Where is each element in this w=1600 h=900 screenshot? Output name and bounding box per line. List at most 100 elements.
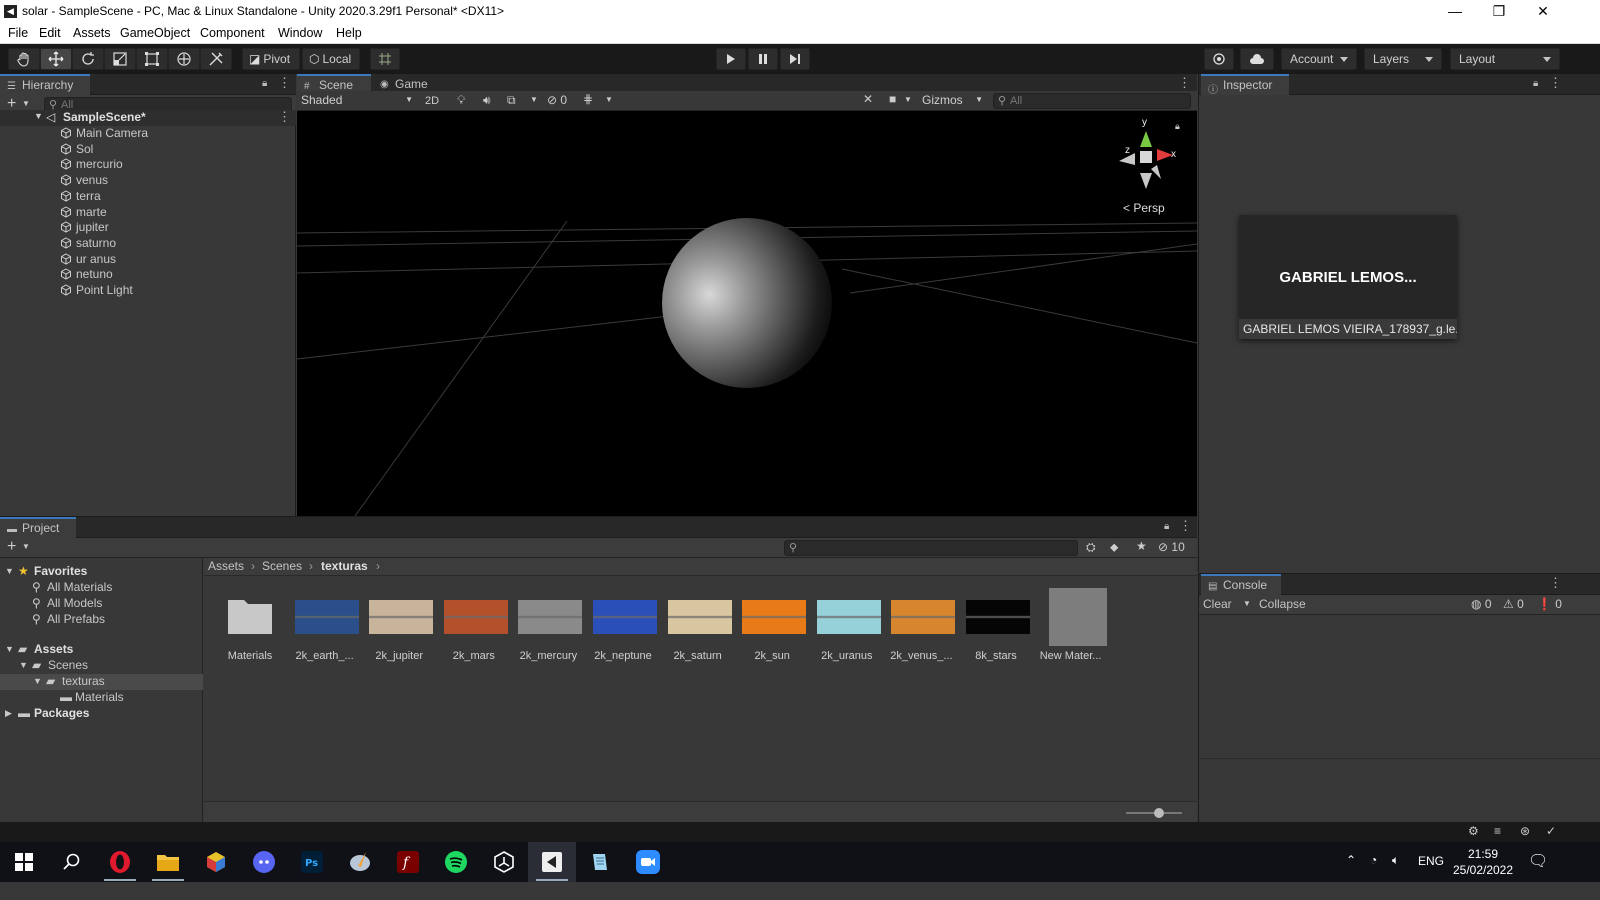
volume-icon[interactable]: 🔈︎ [1392, 853, 1399, 868]
check-circle-icon[interactable]: ✓ [1546, 824, 1556, 838]
zoom-slider-handle[interactable] [1154, 808, 1164, 818]
stack-icon[interactable]: ≡ [1494, 824, 1501, 838]
windows-start-icon[interactable] [0, 842, 48, 882]
scene-root-row[interactable]: ▼ ◁ SampleScene* ⋮ [0, 110, 296, 126]
chevron-down-icon[interactable]: ▼ [605, 95, 613, 104]
folder-scenes[interactable]: ▼ ▰ Scenes [0, 658, 203, 674]
move-tool-icon[interactable] [40, 48, 72, 70]
add-icon[interactable]: + [7, 538, 16, 556]
pause-button[interactable] [748, 48, 778, 70]
filter-by-type-icon[interactable]: ⛭ [1086, 540, 1096, 555]
expand-arrow-icon[interactable]: ▶ [5, 708, 12, 719]
hierarchy-item[interactable]: marte [0, 205, 296, 221]
favorite-item[interactable]: ⚲ All Prefabs [0, 612, 203, 628]
minimize-icon[interactable]: — [1432, 0, 1478, 24]
rubiks-cube-icon[interactable] [192, 842, 240, 882]
asset-item[interactable]: 2k_saturn [662, 588, 734, 668]
persp-toggle[interactable]: < Persp [1123, 201, 1165, 215]
scene-orientation-gizmo[interactable]: y x z [1111, 117, 1181, 201]
account-dropdown[interactable]: Account [1281, 48, 1357, 70]
hierarchy-item[interactable]: netuno [0, 267, 296, 283]
camera-icon[interactable]: ■ [889, 92, 896, 106]
asset-item[interactable]: 2k_mercury [512, 588, 584, 668]
tab-inspector[interactable]: ⓘ Inspector [1201, 74, 1289, 96]
cloud-icon[interactable] [1240, 48, 1274, 70]
expand-arrow-icon[interactable]: ▼ [33, 676, 42, 686]
bug-icon[interactable]: ⊛ [1520, 824, 1530, 838]
menu-edit[interactable]: Edit [39, 26, 61, 40]
hierarchy-item[interactable]: venus [0, 173, 296, 189]
warning-filter-toggle[interactable]: ⚠ 0 [1503, 597, 1524, 611]
asset-item[interactable]: 2k_neptune [587, 588, 659, 668]
asset-item[interactable]: Materials [214, 588, 286, 668]
hierarchy-item[interactable]: Sol [0, 142, 296, 158]
filter-by-label-icon[interactable]: ⬥ [1110, 540, 1118, 555]
kebab-menu-icon[interactable]: ⋮ [1549, 576, 1562, 592]
console-collapse-button[interactable]: Collapse [1259, 597, 1306, 611]
favorite-star-icon[interactable]: ★ [1136, 539, 1147, 553]
clock[interactable]: 21:59 25/02/2022 [1452, 846, 1514, 878]
asset-item[interactable]: 2k_mars [438, 588, 510, 668]
lock-icon[interactable]: 🔒︎ [1533, 78, 1538, 89]
favorite-item[interactable]: ⚲ All Models [0, 596, 203, 612]
close-icon[interactable]: ✕ [1520, 0, 1566, 24]
unity-hub-icon[interactable] [480, 842, 528, 882]
expand-arrow-icon[interactable]: ▼ [5, 566, 14, 576]
asset-item[interactable]: 2k_earth_... [289, 588, 361, 668]
asset-item[interactable]: 2k_jupiter [363, 588, 435, 668]
breadcrumb-item[interactable]: Assets [208, 559, 244, 573]
grid-visibility-icon[interactable]: ⋕ [583, 92, 593, 106]
wifi-icon[interactable]: ◔ [1370, 853, 1377, 867]
hierarchy-item[interactable]: saturno [0, 236, 296, 252]
debug-icon[interactable]: ⚙ [1468, 824, 1479, 838]
search-icon[interactable] [48, 842, 96, 882]
tab-hierarchy[interactable]: ☰ Hierarchy [0, 74, 90, 95]
play-button[interactable] [716, 48, 746, 70]
menu-file[interactable]: File [8, 26, 28, 40]
layers-dropdown[interactable]: Layers [1364, 48, 1442, 70]
language-indicator[interactable]: ENG [1418, 854, 1444, 868]
tab-console[interactable]: ▤ Console [1201, 574, 1281, 595]
console-clear-button[interactable]: Clear [1203, 597, 1232, 611]
collab-icon[interactable] [1204, 48, 1234, 70]
folder-materials[interactable]: ▬ Materials [0, 690, 203, 706]
asset-item[interactable]: 2k_venus_... [885, 588, 957, 668]
error-filter-toggle[interactable]: ❗ 0 [1537, 597, 1562, 611]
hidden-packages-toggle[interactable]: ⊘ 10 [1158, 540, 1185, 554]
expand-arrow-icon[interactable]: ▼ [34, 111, 43, 121]
menu-gameobject[interactable]: GameObject [120, 26, 190, 40]
kebab-menu-icon[interactable]: ⋮ [1179, 519, 1192, 535]
menu-help[interactable]: Help [336, 26, 362, 40]
paint-icon[interactable] [336, 842, 384, 882]
asset-item[interactable]: 2k_sun [736, 588, 808, 668]
photoshop-icon[interactable]: Ps [288, 842, 336, 882]
scene-kebab-icon[interactable]: ⋮ [1178, 76, 1191, 92]
lighting-icon[interactable]: 💡︎ [457, 93, 465, 108]
scene-search-input[interactable]: All [993, 93, 1191, 109]
hierarchy-item[interactable]: mercurio [0, 157, 296, 173]
menu-assets[interactable]: Assets [73, 26, 111, 40]
2d-toggle[interactable]: 2D [419, 92, 445, 110]
shading-mode-dropdown[interactable]: Shaded ▼ [299, 92, 415, 110]
planet-sphere[interactable] [662, 218, 832, 388]
audio-icon[interactable]: 🔊︎ [483, 93, 491, 108]
local-toggle[interactable]: ⬡ Local [302, 48, 360, 70]
expand-arrow-icon[interactable]: ▼ [5, 644, 14, 654]
tab-project[interactable]: ▬ Project [0, 517, 76, 538]
gizmos-dropdown[interactable]: Gizmos ▼ [919, 92, 985, 110]
chevron-down-icon[interactable]: ▼ [530, 95, 538, 104]
menu-component[interactable]: Component [200, 26, 265, 40]
asset-item[interactable]: 8k_stars [960, 588, 1032, 668]
restore-icon[interactable]: ❐ [1476, 0, 1522, 24]
favorite-item[interactable]: ⚲ All Materials [0, 580, 203, 596]
hierarchy-item[interactable]: terra [0, 189, 296, 205]
rotate-tool-icon[interactable] [72, 48, 104, 70]
asset-item[interactable]: New Mater... [1035, 588, 1107, 668]
spotify-icon[interactable] [432, 842, 480, 882]
chevron-down-icon[interactable]: ▼ [1243, 599, 1251, 608]
scene-viewport[interactable]: y x z 🔒︎ < Persp [297, 111, 1197, 516]
gizmo-lock-icon[interactable]: 🔒︎ [1175, 121, 1180, 132]
notifications-icon[interactable]: 🗨︎ [1528, 851, 1548, 871]
rect-tool-icon[interactable] [136, 48, 168, 70]
scale-tool-icon[interactable] [104, 48, 136, 70]
